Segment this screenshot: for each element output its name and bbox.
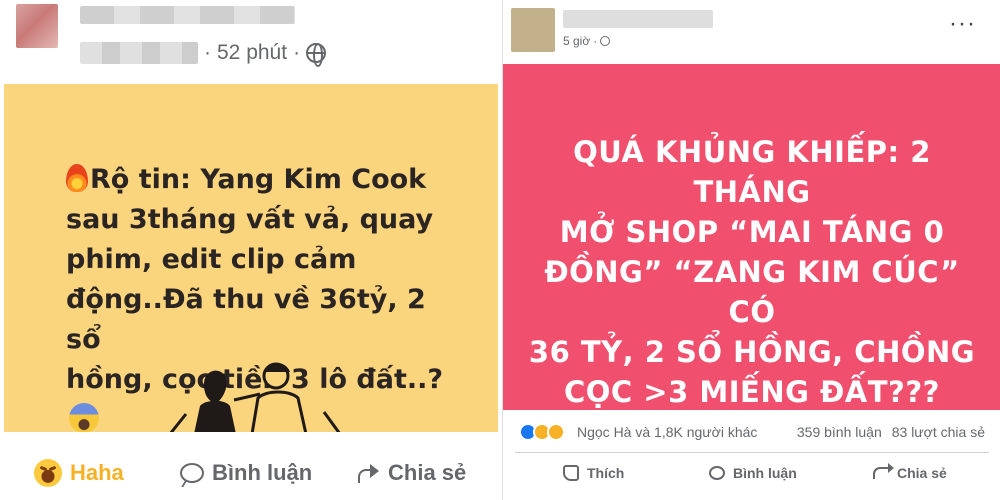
- card-line: ĐỒNG” “ZANG KIM CÚC” CÓ: [544, 255, 960, 329]
- haha-emoji-icon: [34, 459, 62, 487]
- fire-icon: [66, 164, 88, 192]
- avatar[interactable]: [511, 8, 555, 52]
- people-illustration: [169, 362, 341, 432]
- post-image-card[interactable]: QUÁ KHỦNG KHIẾP: 2 THÁNG MỞ SHOP “MAI TÁ…: [503, 64, 1000, 410]
- share-label: Chia sẻ: [897, 465, 947, 481]
- face-screaming-icon: [69, 403, 99, 432]
- card-line: sau 3tháng vất vả, quay: [66, 204, 434, 235]
- separator: ·: [204, 41, 211, 64]
- engagement-counts: 359 bình luận 83 lượt chia sẻ: [797, 424, 985, 440]
- comment-icon: [709, 466, 725, 480]
- post-right: 5 giờ · ··· QUÁ KHỦNG KHIẾP: 2 THÁNG MỞ …: [502, 0, 1000, 500]
- comment-label: Bình luận: [212, 460, 313, 485]
- share-button[interactable]: Chia sẻ: [356, 450, 466, 496]
- separator: ·: [593, 34, 598, 48]
- comment-icon: [180, 463, 204, 483]
- globe-icon[interactable]: [600, 36, 611, 46]
- comment-button[interactable]: Bình luận: [180, 450, 312, 496]
- haha-button[interactable]: Haha: [34, 450, 124, 496]
- comment-button[interactable]: Bình luận: [709, 458, 797, 488]
- post-actions: Haha Bình luận Chia sẻ: [0, 450, 500, 496]
- thumbs-up-icon: [563, 465, 579, 481]
- share-button[interactable]: Chia sẻ: [873, 458, 947, 488]
- post-left: · 52 phút · Rộ tin: Yang Kim Cook sau 3t…: [0, 0, 500, 500]
- post-meta: 5 giờ ·: [563, 34, 611, 48]
- post-actions: Thích Bình luận Chia sẻ: [503, 458, 1000, 488]
- author-name-blurred[interactable]: [80, 6, 295, 24]
- divider: [515, 452, 989, 453]
- more-options-icon[interactable]: ···: [949, 12, 976, 36]
- post-meta: · 52 phút ·: [80, 38, 327, 68]
- separator: ·: [293, 41, 301, 64]
- card-text: QUÁ KHỦNG KHIẾP: 2 THÁNG MỞ SHOP “MAI TÁ…: [523, 132, 981, 412]
- post-image-card[interactable]: Rộ tin: Yang Kim Cook sau 3tháng vất vả,…: [4, 84, 498, 432]
- wow-reaction-icon: [547, 423, 565, 441]
- haha-label: Haha: [70, 460, 124, 485]
- post-time[interactable]: 52 phút: [217, 41, 287, 65]
- card-line: Rộ tin: Yang Kim Cook: [90, 164, 427, 195]
- card-line: MỞ SHOP “MAI TÁNG 0: [559, 215, 945, 249]
- share-icon: [873, 463, 894, 479]
- post-time[interactable]: 5 giờ: [563, 34, 590, 48]
- share-label: Chia sẻ: [388, 460, 467, 485]
- card-line: CỌC >3 MIẾNG ĐẤT???: [563, 375, 940, 409]
- share-count[interactable]: 83 lượt chia sẻ: [892, 424, 985, 440]
- like-label: Thích: [587, 465, 625, 481]
- avatar[interactable]: [16, 4, 58, 48]
- card-line: động..Đã thu về 36tỷ, 2 sổ: [66, 284, 426, 355]
- author-name-blurred[interactable]: [563, 10, 713, 28]
- comment-label: Bình luận: [733, 465, 797, 481]
- like-button[interactable]: Thích: [563, 458, 624, 488]
- share-icon: [356, 463, 380, 483]
- post-stats: Ngọc Hà và 1,8K người khác 359 bình luận…: [503, 420, 1000, 444]
- card-line: 36 TỶ, 2 SỔ HỒNG, CHỒNG: [528, 335, 976, 369]
- card-line: phim, edit clip cảm: [66, 244, 357, 275]
- meta-blurred: [80, 42, 198, 64]
- globe-icon[interactable]: [306, 43, 327, 67]
- card-line: QUÁ KHỦNG KHIẾP: 2 THÁNG: [573, 135, 931, 209]
- reactors-summary[interactable]: Ngọc Hà và 1,8K người khác: [577, 424, 757, 440]
- reaction-icons[interactable]: [519, 423, 565, 441]
- comment-count[interactable]: 359 bình luận: [797, 424, 882, 440]
